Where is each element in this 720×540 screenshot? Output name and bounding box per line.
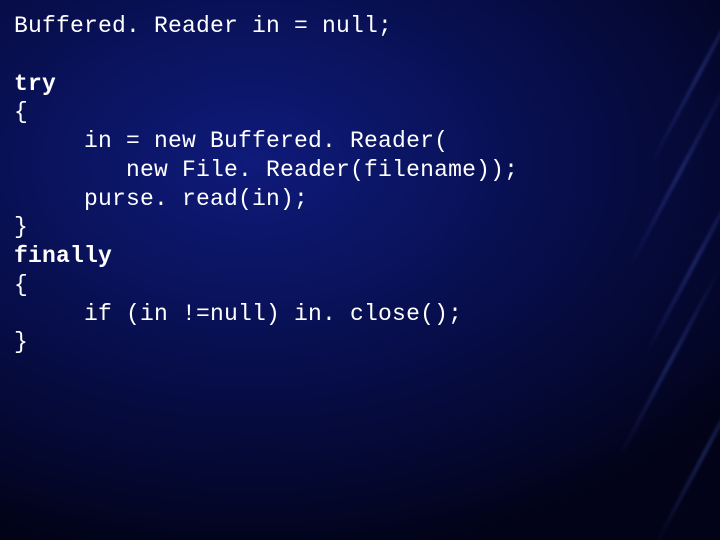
code-line: { <box>14 99 28 125</box>
code-line: if (in !=null) in. close(); <box>14 301 462 327</box>
code-line: in = new Buffered. Reader( <box>14 128 448 154</box>
code-line: purse. read(in); <box>14 186 308 212</box>
decorative-streaks <box>560 0 720 540</box>
code-line: Buffered. Reader in = null; <box>14 13 392 39</box>
code-line: } <box>14 329 28 355</box>
keyword-finally: finally <box>14 243 112 269</box>
keyword-try: try <box>14 71 56 97</box>
code-line: } <box>14 214 28 240</box>
code-block: Buffered. Reader in = null; try { in = n… <box>14 12 518 357</box>
code-line: { <box>14 272 28 298</box>
code-line: new File. Reader(filename)); <box>14 157 518 183</box>
